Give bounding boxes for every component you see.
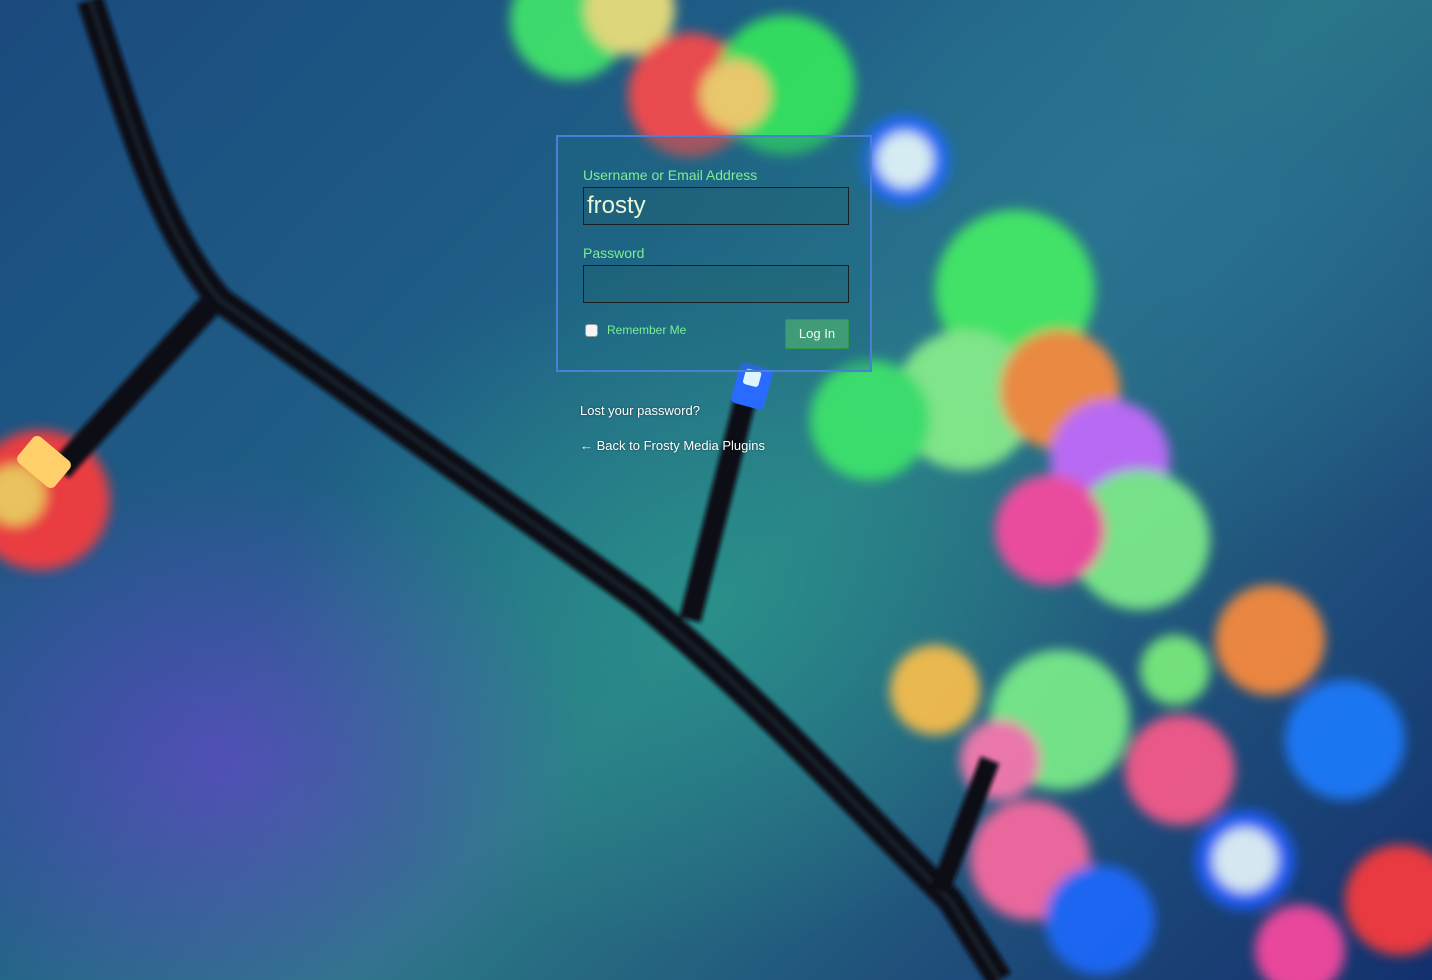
remember-me-label[interactable]: Remember Me	[607, 323, 686, 337]
username-input[interactable]	[583, 187, 849, 225]
login-form: Username or Email Address Password Remem…	[556, 135, 872, 372]
lost-password-link[interactable]: Lost your password?	[580, 403, 700, 418]
back-to-site-link[interactable]: ← Back to Frosty Media Plugins	[580, 438, 765, 453]
back-to-site-label: Back to Frosty Media Plugins	[596, 438, 765, 453]
password-label: Password	[583, 245, 645, 261]
remember-me[interactable]: Remember Me	[585, 323, 686, 337]
left-arrow-icon: ←	[580, 438, 593, 453]
password-input[interactable]	[583, 265, 849, 303]
username-label: Username or Email Address	[583, 167, 758, 183]
login-button[interactable]: Log In	[785, 319, 849, 349]
remember-me-checkbox[interactable]	[585, 323, 598, 337]
